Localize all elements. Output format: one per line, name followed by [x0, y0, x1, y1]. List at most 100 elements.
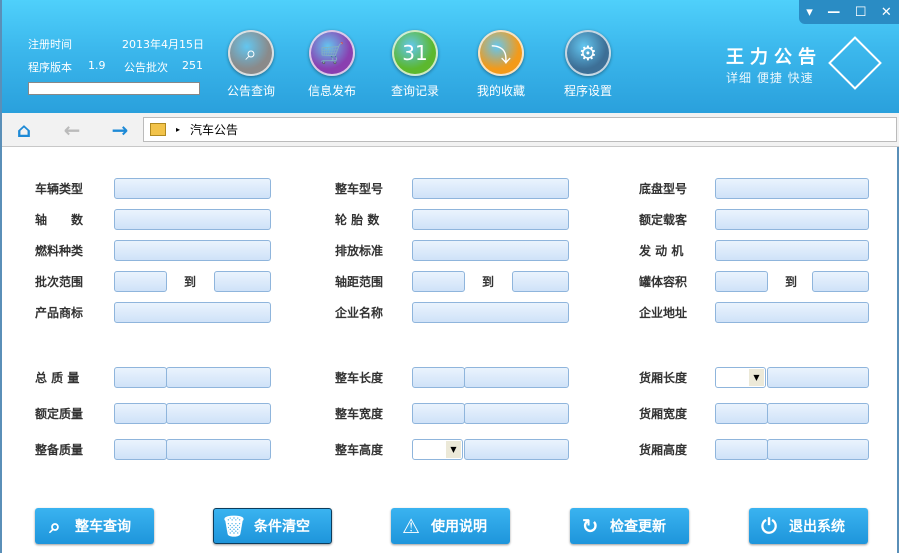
- power-button[interactable]: ⏻ 退出系统: [749, 508, 868, 544]
- range-to-input[interactable]: [214, 271, 271, 292]
- field-label: 产品商标: [35, 306, 84, 320]
- nav-bar: ⌂ ← → ▸ 汽车公告: [2, 113, 899, 147]
- menu-icon[interactable]: ▾: [806, 5, 813, 20]
- text-input[interactable]: [114, 302, 271, 323]
- field-label: 企业地址: [639, 306, 688, 320]
- text-input[interactable]: [114, 209, 271, 230]
- trash-icon: 🗑: [221, 514, 247, 538]
- field-label: 燃料种类: [35, 244, 84, 258]
- forward-arrow-icon[interactable]: →: [100, 113, 140, 146]
- range-to-input[interactable]: [512, 271, 569, 292]
- power-icon: ⏻: [761, 514, 777, 538]
- toolbar-item-label: 程序设置: [563, 84, 612, 98]
- range-to-label: 到: [482, 275, 495, 289]
- field-label: 车辆类型: [35, 182, 84, 196]
- value-input[interactable]: [166, 439, 271, 460]
- close-icon[interactable]: ✕: [881, 5, 892, 20]
- range-from-input[interactable]: [412, 271, 465, 292]
- range-to-input[interactable]: [812, 271, 869, 292]
- unit-input[interactable]: [715, 403, 768, 424]
- batch-label: 公告批次: [124, 61, 168, 74]
- operator-select[interactable]: ▼: [412, 439, 463, 460]
- app-window: 注册时间 2013年4月15日 程序版本 1.9 公告批次 251 ⌕ 公告查询 🛒…: [0, 0, 899, 553]
- range-from-input[interactable]: [114, 271, 167, 292]
- toolbar-item-label: 我的收藏: [476, 84, 525, 98]
- toolbar-item-0[interactable]: ⌕ 公告查询: [211, 30, 291, 99]
- field-label: 总 质 量: [35, 371, 80, 385]
- text-input[interactable]: [715, 240, 869, 261]
- field-label: 货厢长度: [639, 371, 688, 385]
- field-label: 整车高度: [335, 443, 384, 457]
- unit-input[interactable]: [412, 367, 465, 388]
- unit-input[interactable]: [114, 439, 167, 460]
- range-to-label: 到: [785, 275, 798, 289]
- field-label: 发 动 机: [639, 244, 684, 258]
- cart-icon: 🛒: [309, 30, 355, 76]
- toolbar-item-label: 信息发布: [307, 84, 356, 98]
- field-label: 整车宽度: [335, 407, 384, 421]
- text-input[interactable]: [412, 178, 569, 199]
- progress-bar: [28, 82, 200, 95]
- unit-input[interactable]: [412, 403, 465, 424]
- text-input[interactable]: [715, 209, 869, 230]
- value-input[interactable]: [464, 367, 569, 388]
- trash-button[interactable]: 🗑 条件清空: [213, 508, 332, 544]
- button-label: 条件清空: [254, 519, 310, 535]
- reg-label: 注册时间: [28, 38, 72, 51]
- brand-title: 王力公告: [726, 47, 822, 68]
- minimize-icon[interactable]: —: [827, 5, 840, 20]
- text-input[interactable]: [412, 209, 569, 230]
- field-label: 整车长度: [335, 371, 384, 385]
- value-input[interactable]: [464, 403, 569, 424]
- unit-input[interactable]: [715, 439, 768, 460]
- text-input[interactable]: [114, 178, 271, 199]
- text-input[interactable]: [114, 240, 271, 261]
- chevron-down-icon: ▼: [446, 441, 461, 458]
- toolbar-item-3[interactable]: ⤵ 我的收藏: [461, 30, 541, 99]
- text-input[interactable]: [715, 178, 869, 199]
- reg-date: 2013年4月15日: [122, 38, 204, 51]
- value-input[interactable]: [464, 439, 569, 460]
- toolbar-item-1[interactable]: 🛒 信息发布: [292, 30, 372, 99]
- back-arrow-icon[interactable]: ←: [52, 113, 92, 146]
- value-input[interactable]: [767, 367, 869, 388]
- value-input[interactable]: [767, 439, 869, 460]
- version-value: 1.9: [88, 59, 106, 72]
- folder-icon: [150, 123, 166, 136]
- brand: 王力公告 详细 便捷 快速: [726, 43, 822, 86]
- button-label: 检查更新: [610, 519, 666, 535]
- toolbar-item-label: 公告查询: [226, 84, 275, 98]
- breadcrumb: 汽车公告: [190, 123, 239, 137]
- unit-input[interactable]: [114, 403, 167, 424]
- text-input[interactable]: [412, 302, 569, 323]
- home-icon[interactable]: ⌂: [2, 113, 46, 146]
- brand-logo-icon: [828, 36, 882, 90]
- gear-icon: ⚙: [565, 30, 611, 76]
- field-label: 轮 胎 数: [335, 213, 380, 227]
- warning-button[interactable]: ⚠ 使用说明: [391, 508, 510, 544]
- button-label: 使用说明: [431, 519, 487, 535]
- field-label: 额定质量: [35, 407, 84, 421]
- field-label: 轴 数: [35, 213, 84, 227]
- toolbar-item-2[interactable]: 31 查询记录: [375, 30, 455, 99]
- brand-slogan: 详细 便捷 快速: [726, 71, 814, 85]
- value-input[interactable]: [166, 367, 271, 388]
- warning-icon: ⚠: [402, 514, 420, 538]
- calendar-icon: 31: [392, 30, 438, 76]
- unit-input[interactable]: [114, 367, 167, 388]
- range-from-input[interactable]: [715, 271, 768, 292]
- announcement-search-icon: ⌕: [228, 30, 274, 76]
- breadcrumb-separator-icon: ▸: [176, 125, 181, 134]
- text-input[interactable]: [715, 302, 869, 323]
- text-input[interactable]: [412, 240, 569, 261]
- toolbar-item-4[interactable]: ⚙ 程序设置: [548, 30, 628, 99]
- maximize-icon[interactable]: ☐: [855, 5, 867, 20]
- address-bar[interactable]: ▸ 汽车公告: [143, 117, 897, 142]
- field-label: 企业名称: [335, 306, 384, 320]
- search-button[interactable]: ⌕ 整车查询: [35, 508, 154, 544]
- field-label: 额定载客: [639, 213, 688, 227]
- value-input[interactable]: [767, 403, 869, 424]
- value-input[interactable]: [166, 403, 271, 424]
- refresh-button[interactable]: ↻ 检查更新: [570, 508, 689, 544]
- operator-select[interactable]: ▼: [715, 367, 766, 388]
